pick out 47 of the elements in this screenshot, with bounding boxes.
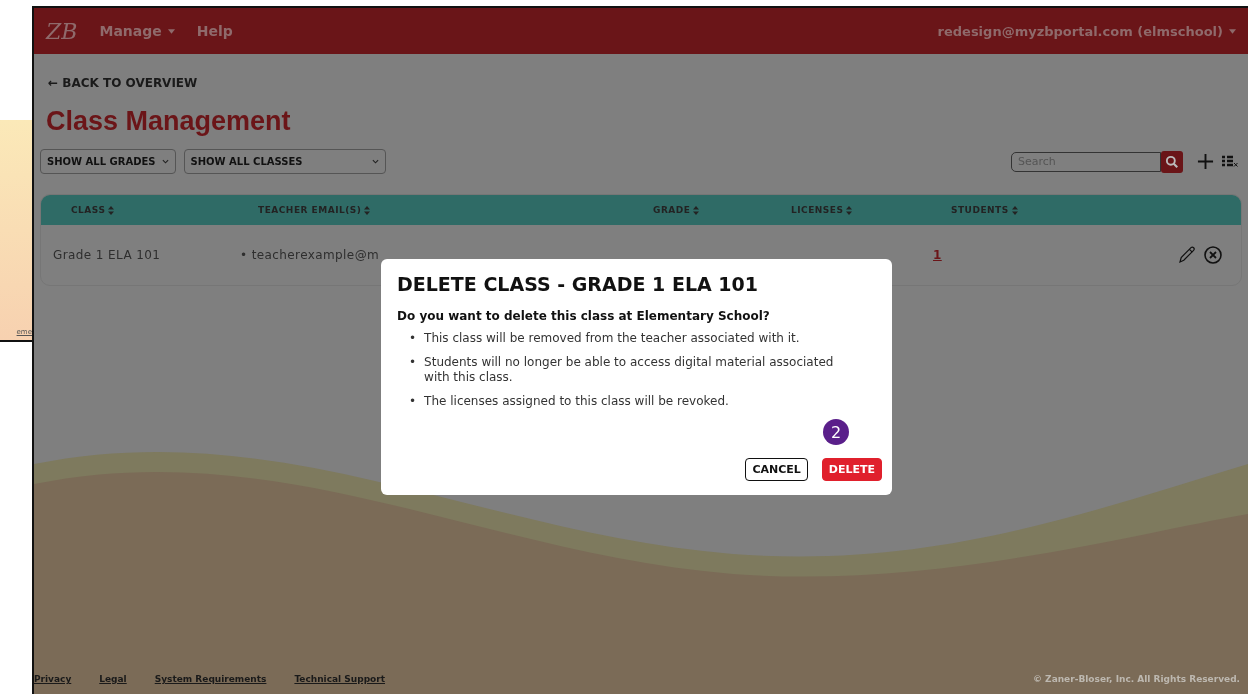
bullet-mark: • xyxy=(409,331,417,347)
bullet-mark: • xyxy=(409,393,417,410)
dialog-question: Do you want to delete this class at Elementary School? xyxy=(397,309,771,323)
sort-icon xyxy=(364,205,371,215)
bullet-point: Students will no longer be able to access digital material associated with this class. xyxy=(424,354,835,386)
bullet-point: This class will be removed from the teacher associated with it. xyxy=(424,331,800,347)
column-header[interactable]: LICENSES xyxy=(791,205,951,215)
menu-item[interactable]: Manage xyxy=(99,23,175,39)
column-header[interactable]: GRADE xyxy=(653,205,791,215)
delete-button[interactable]: DELETE xyxy=(821,458,882,481)
caret-icon xyxy=(167,28,175,34)
pencil-icon[interactable] xyxy=(1177,245,1197,265)
clear-columns-icon[interactable] xyxy=(1222,154,1238,169)
filter-dropdown[interactable]: SHOW ALL GRADES xyxy=(40,149,176,174)
students-link[interactable]: 1 xyxy=(933,248,942,262)
page-title: Class Management xyxy=(46,106,292,137)
footer-link[interactable]: System Requirements xyxy=(154,674,267,684)
footer-link[interactable]: Privacy xyxy=(34,674,72,684)
step-number-badge: 2 xyxy=(823,419,849,445)
close-circle-icon[interactable] xyxy=(1203,245,1223,265)
column-header[interactable]: TEACHER EMAIL(S) xyxy=(258,205,653,215)
search-button[interactable] xyxy=(1161,150,1183,173)
table-cell-text: • teacherexample@m xyxy=(240,248,381,262)
add-icon[interactable] xyxy=(1197,153,1214,170)
chevron-icon xyxy=(161,159,169,164)
sort-icon xyxy=(1011,205,1018,215)
footer-link[interactable]: Technical Support xyxy=(294,674,385,684)
logo[interactable]: ZB xyxy=(46,18,78,44)
caret-icon xyxy=(1229,28,1236,34)
column-header[interactable]: STUDENTS xyxy=(951,205,1161,215)
chevron-icon xyxy=(371,159,379,164)
sort-icon xyxy=(693,205,700,215)
back-link[interactable]: ← BACK TO OVERVIEW xyxy=(48,76,1242,90)
sort-icon xyxy=(108,205,115,215)
table-cell-text: Grade 1 ELA 101 xyxy=(53,248,162,262)
footer-link[interactable]: Legal xyxy=(99,674,127,684)
menu-item[interactable]: Help xyxy=(196,23,233,39)
account-menu[interactable]: redesign@myzbportal.com (elmschool) xyxy=(937,23,1236,39)
search-icon xyxy=(1165,154,1179,169)
column-header[interactable]: CLASS xyxy=(71,205,258,215)
bullet-point: The licenses assigned to this class will be revoked. xyxy=(424,393,729,410)
cancel-button[interactable]: CANCEL xyxy=(745,458,808,481)
filter-dropdown[interactable]: SHOW ALL CLASSES xyxy=(183,149,386,174)
dialog-title: DELETE CLASS - GRADE 1 ELA 101 xyxy=(397,273,759,295)
bullet-mark: • xyxy=(409,354,417,371)
copyright-text: © Zaner-Bloser, Inc. All Rights Reserved. xyxy=(1033,674,1240,684)
sort-icon xyxy=(846,205,853,215)
